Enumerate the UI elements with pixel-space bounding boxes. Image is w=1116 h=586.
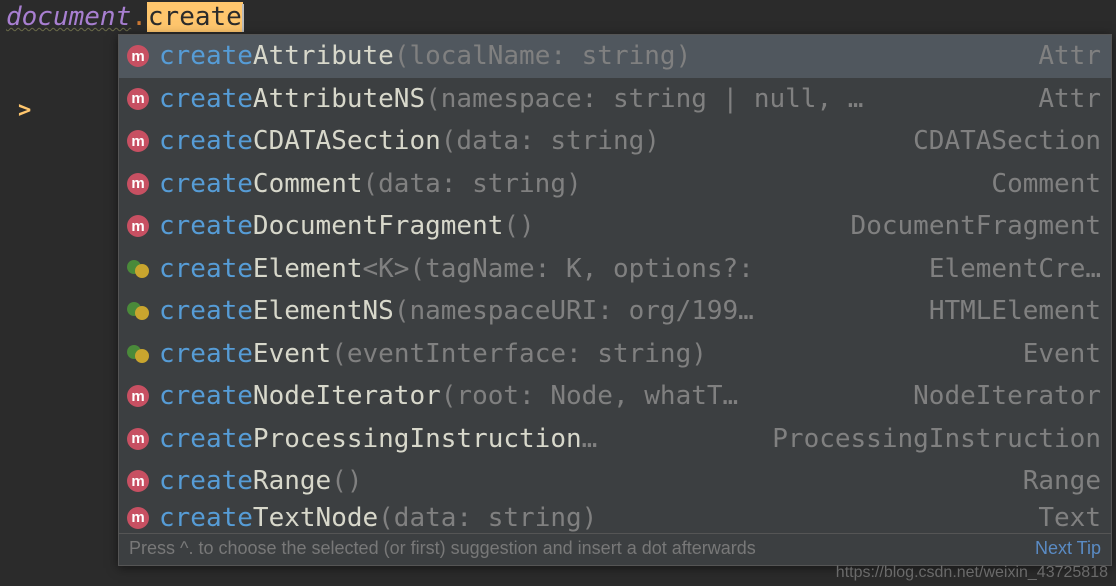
params-text: (namespace: string | null, …: [425, 84, 863, 114]
match-text: create: [159, 503, 253, 533]
typed-text: create: [147, 2, 243, 32]
return-type: Text: [1026, 503, 1101, 533]
suggestion-signature: createNodeIterator(root: Node, whatT…: [159, 381, 901, 411]
method-name: Attribute: [253, 41, 394, 71]
suggestion-signature: createElement<K>(tagName: K, options?:: [159, 254, 917, 284]
method-name: AttributeNS: [253, 84, 425, 114]
code-editor[interactable]: document.create: [0, 0, 1116, 34]
return-type: Comment: [979, 169, 1101, 199]
object-identifier: document: [6, 2, 131, 32]
suggestion-row[interactable]: mcreateNodeIterator(root: Node, whatT…No…: [119, 375, 1111, 418]
return-type: Attr: [1026, 84, 1101, 114]
suggestion-row[interactable]: mcreateProcessingInstruction…ProcessingI…: [119, 418, 1111, 461]
params-text: (data: string): [441, 126, 660, 156]
suggestion-row[interactable]: mcreateTextNode(data: string)Text: [119, 503, 1111, 533]
suggestion-signature: createElementNS(namespaceURI: org/199…: [159, 296, 917, 326]
match-text: create: [159, 254, 253, 284]
method-name: Event: [253, 339, 331, 369]
return-type: ElementCre…: [917, 254, 1101, 284]
return-type: Range: [1011, 466, 1101, 496]
method-name: TextNode: [253, 503, 378, 533]
suggestion-row[interactable]: createElement<K>(tagName: K, options?:El…: [119, 248, 1111, 291]
method-name: NodeIterator: [253, 381, 441, 411]
return-type: Event: [1011, 339, 1101, 369]
method-name: CDATASection: [253, 126, 441, 156]
params-text: (data: string): [363, 169, 582, 199]
overload-icon: [127, 343, 149, 365]
method-name: DocumentFragment: [253, 211, 503, 241]
method-icon: m: [127, 385, 149, 407]
dot-operator: .: [131, 2, 147, 32]
suggestion-signature: createRange(): [159, 466, 1011, 496]
suggestion-row[interactable]: mcreateAttributeNS(namespace: string | n…: [119, 78, 1111, 121]
return-type: HTMLElement: [917, 296, 1101, 326]
autocomplete-popup[interactable]: mcreateAttribute(localName: string)Attrm…: [118, 34, 1112, 566]
suggestion-signature: createEvent(eventInterface: string): [159, 339, 1011, 369]
suggestion-row[interactable]: mcreateAttribute(localName: string)Attr: [119, 35, 1111, 78]
suggestion-row[interactable]: mcreateDocumentFragment()DocumentFragmen…: [119, 205, 1111, 248]
hint-bar: Press ^. to choose the selected (or firs…: [119, 533, 1111, 565]
match-text: create: [159, 339, 253, 369]
next-tip-link[interactable]: Next Tip: [1035, 538, 1101, 559]
method-name: ElementNS: [253, 296, 394, 326]
method-name: Element: [253, 254, 363, 284]
method-icon: m: [127, 173, 149, 195]
match-text: create: [159, 424, 253, 454]
method-icon: m: [127, 88, 149, 110]
match-text: create: [159, 466, 253, 496]
text-cursor: [242, 4, 244, 32]
suggestion-signature: createAttributeNS(namespace: string | nu…: [159, 84, 1026, 114]
suggestion-signature: createDocumentFragment(): [159, 211, 839, 241]
method-name: ProcessingInstruction: [253, 424, 582, 454]
code-line: document.create: [6, 2, 244, 32]
method-icon: m: [127, 428, 149, 450]
hint-text: Press ^. to choose the selected (or firs…: [129, 538, 756, 559]
suggestion-row[interactable]: createEvent(eventInterface: string)Event: [119, 333, 1111, 376]
method-icon: m: [127, 45, 149, 67]
params-text: (localName: string): [394, 41, 691, 71]
suggestion-signature: createProcessingInstruction…: [159, 424, 760, 454]
return-type: DocumentFragment: [839, 211, 1101, 241]
match-text: create: [159, 84, 253, 114]
return-type: NodeIterator: [901, 381, 1101, 411]
method-icon: m: [127, 470, 149, 492]
return-type: Attr: [1026, 41, 1101, 71]
match-text: create: [159, 211, 253, 241]
params-text: (eventInterface: string): [331, 339, 707, 369]
suggestion-signature: createComment(data: string): [159, 169, 979, 199]
params-text: (namespaceURI: org/199…: [394, 296, 754, 326]
params-text: (root: Node, whatT…: [441, 381, 738, 411]
suggestion-signature: createTextNode(data: string): [159, 503, 1026, 533]
method-icon: m: [127, 507, 149, 529]
params-text: <K>(tagName: K, options?:: [363, 254, 754, 284]
method-name: Comment: [253, 169, 363, 199]
match-text: create: [159, 169, 253, 199]
match-text: create: [159, 296, 253, 326]
suggestion-row[interactable]: createElementNS(namespaceURI: org/199…HT…: [119, 290, 1111, 333]
params-text: …: [582, 424, 598, 454]
return-type: CDATASection: [901, 126, 1101, 156]
method-icon: m: [127, 215, 149, 237]
overload-icon: [127, 300, 149, 322]
params-text: (): [331, 466, 362, 496]
watermark-text: https://blog.csdn.net/weixin_43725818: [836, 564, 1108, 582]
method-icon: m: [127, 130, 149, 152]
suggestion-row[interactable]: mcreateCDATASection(data: string)CDATASe…: [119, 120, 1111, 163]
overload-icon: [127, 258, 149, 280]
match-text: create: [159, 126, 253, 156]
suggestion-signature: createAttribute(localName: string): [159, 41, 1026, 71]
params-text: (data: string): [378, 503, 597, 533]
method-name: Range: [253, 466, 331, 496]
match-text: create: [159, 381, 253, 411]
match-text: create: [159, 41, 253, 71]
suggestion-row[interactable]: mcreateRange()Range: [119, 460, 1111, 503]
return-type: ProcessingInstruction: [760, 424, 1101, 454]
suggestion-signature: createCDATASection(data: string): [159, 126, 901, 156]
suggestion-row[interactable]: mcreateComment(data: string)Comment: [119, 163, 1111, 206]
gutter-indicator: >: [18, 98, 31, 123]
params-text: (): [503, 211, 534, 241]
